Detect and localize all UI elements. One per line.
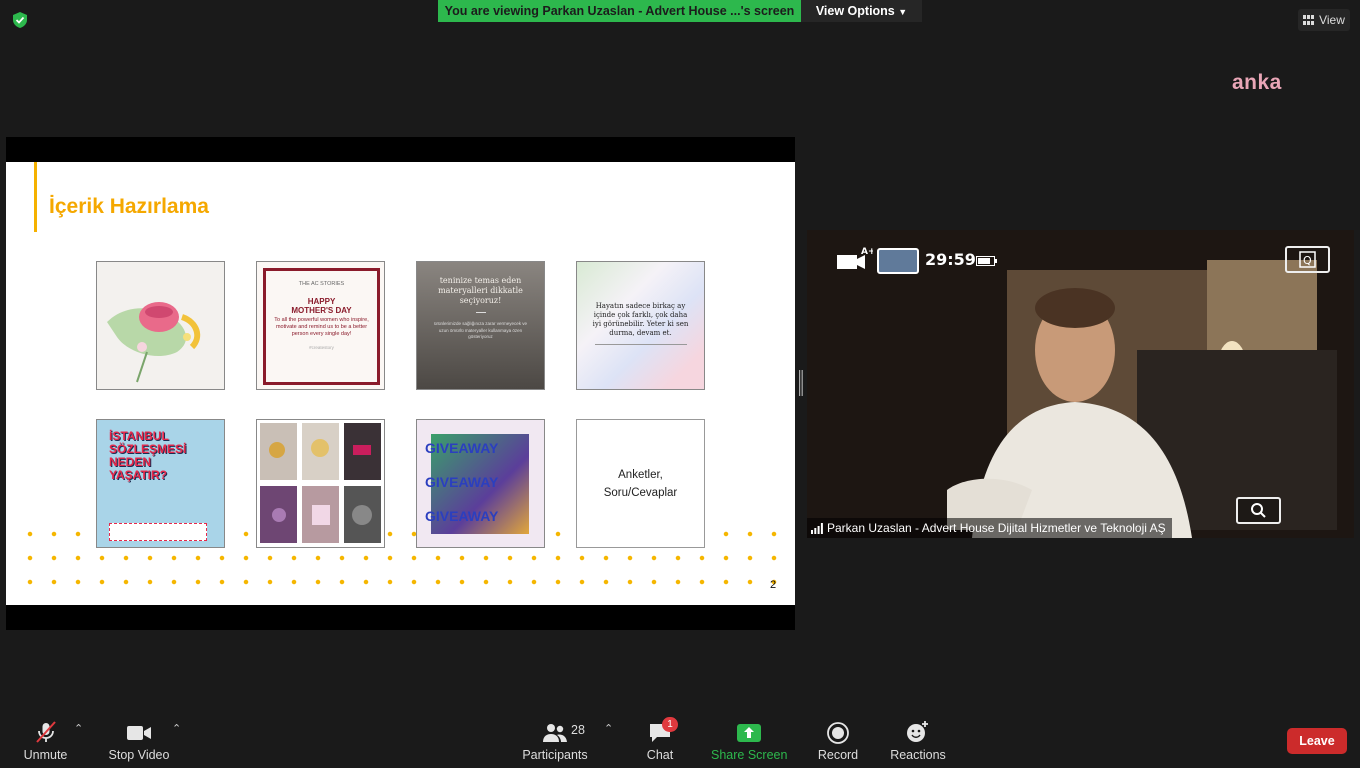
thumbnail-jewelry-grid: [256, 419, 385, 548]
security-shield-icon[interactable]: [11, 11, 29, 29]
chat-label: Chat: [646, 748, 674, 762]
participants-button[interactable]: 28 Participants: [520, 716, 590, 768]
audio-options-caret-icon[interactable]: ⌃: [74, 722, 83, 735]
chat-badge-count: 1: [667, 719, 673, 730]
chevron-down-icon: ▼: [898, 7, 908, 17]
surveys-line-2: Soru/Cevaplar: [603, 487, 678, 499]
thumbnail-istanbul: İSTANBUL SÖZLEŞMESİ NEDEN YAŞATIR?: [96, 419, 225, 548]
giveaway-text-3: GIVEAWAY: [425, 508, 499, 524]
materials-divider: [475, 312, 486, 313]
participant-name-label: Parkan Uzaslan - Advert House Dijital Hi…: [807, 518, 1172, 538]
mothers-day-tag: #createstory: [309, 345, 334, 350]
istanbul-box: [109, 523, 207, 541]
unmute-label: Unmute: [23, 748, 68, 762]
video-options-caret-icon[interactable]: ⌃: [172, 722, 181, 735]
jewelry-grid-image: [260, 423, 381, 543]
reactions-smiley-icon: [907, 721, 928, 742]
share-screen-label: Share Screen: [711, 748, 788, 762]
view-options-label: View Options: [815, 4, 895, 18]
presentation-slide: İçerik Hazırlama THE AC STORIES HAPPY MO…: [6, 162, 795, 605]
thumbnail-materials: teninize temas eden materyalleri dikkatl…: [416, 261, 545, 390]
title-accent-bar: [34, 162, 37, 232]
quote-text: Hayatın sadece birkaç ay içinde çok fark…: [592, 302, 689, 337]
reactions-button[interactable]: Reactions: [887, 716, 949, 768]
record-label: Record: [817, 748, 859, 762]
camera-search-icon: [1236, 497, 1281, 524]
reactions-label: Reactions: [890, 748, 946, 762]
q-glyph-icon: Q: [1299, 251, 1316, 268]
thumbnail-quote: Hayatın sadece birkaç ay içinde çok fark…: [576, 261, 705, 390]
participant-name-text: Parkan Uzaslan - Advert House Dijital Hi…: [827, 521, 1166, 535]
participants-icon: [543, 724, 567, 742]
hands-cup-image: [107, 302, 201, 383]
magnifier-icon: [1251, 503, 1266, 518]
svg-text:Q: Q: [1303, 254, 1312, 267]
splitter-handle[interactable]: [799, 370, 803, 396]
share-screen-icon: [736, 724, 761, 742]
view-label: View: [1319, 13, 1345, 27]
camera-timer: 29:59: [925, 250, 976, 269]
chat-badge: 1: [662, 717, 678, 732]
thumbnail-hands-cup: [96, 261, 225, 390]
leave-button[interactable]: Leave: [1287, 728, 1347, 754]
materials-body: ürünlerimizde sağlığınıza zarar vermeyec…: [433, 321, 528, 339]
anka-watermark: anka: [1232, 71, 1282, 94]
slide-number: 2: [770, 579, 777, 591]
battery-icon: [976, 256, 997, 266]
screen-share-banner: You are viewing Parkan Uzaslan - Advert …: [438, 0, 801, 22]
grid-icon: [1303, 15, 1315, 25]
thumbnail-giveaway: GIVEAWAY GIVEAWAY GIVEAWAY: [416, 419, 545, 548]
participants-options-caret-icon[interactable]: ⌃: [604, 722, 613, 735]
view-options-menu[interactable]: View Options ▼: [801, 0, 922, 22]
mothers-day-frame: THE AC STORIES HAPPY MOTHER'S DAY To all…: [263, 268, 380, 385]
giveaway-text-1: GIVEAWAY: [425, 440, 499, 456]
signal-strength-icon: [811, 523, 823, 534]
surveys-line-1: Anketler,: [618, 469, 663, 481]
participants-count: 28: [571, 723, 585, 737]
video-camera-icon: [127, 726, 151, 740]
thumbnail-mothers-day: THE AC STORIES HAPPY MOTHER'S DAY To all…: [256, 261, 385, 390]
record-button[interactable]: Record: [813, 716, 863, 768]
slide-title: İçerik Hazırlama: [49, 195, 209, 218]
stop-video-label: Stop Video: [108, 748, 170, 762]
record-icon: [827, 722, 849, 744]
shared-screen: İçerik Hazırlama THE AC STORIES HAPPY MO…: [6, 137, 795, 630]
video-feed-image: [807, 230, 1354, 538]
participant-video[interactable]: A+ 29:59 Q Parkan Uzaslan - Advert House…: [807, 230, 1354, 538]
svg-text:A+: A+: [861, 247, 873, 257]
participants-label: Participants: [522, 748, 588, 762]
share-screen-button[interactable]: Share Screen: [711, 716, 788, 768]
thumbnail-surveys: Anketler, Soru/Cevaplar: [576, 419, 705, 548]
istanbul-heading: İSTANBUL SÖZLEŞMESİ NEDEN YAŞATIR?: [109, 429, 187, 482]
unmute-button[interactable]: Unmute: [18, 716, 73, 768]
camera-hud: A+ 29:59: [833, 246, 1013, 276]
camera-mode-icon: A+: [837, 247, 873, 269]
camera-q-icon: Q: [1285, 246, 1330, 273]
stop-video-button[interactable]: Stop Video: [105, 716, 173, 768]
mothers-day-heading: HAPPY MOTHER'S DAY: [291, 297, 352, 315]
camera-battery-box: [877, 248, 919, 274]
mothers-day-body: To all the powerful women who inspire, m…: [274, 317, 369, 337]
brand-label: THE AC STORIES: [298, 281, 345, 287]
giveaway-text-2: GIVEAWAY: [425, 474, 499, 490]
view-button[interactable]: View: [1298, 9, 1350, 31]
materials-heading: teninize temas eden materyalleri dikkatl…: [438, 276, 523, 305]
quote-divider: [594, 344, 687, 345]
microphone-muted-icon: [35, 721, 56, 743]
chat-button[interactable]: 1 Chat: [635, 716, 685, 768]
